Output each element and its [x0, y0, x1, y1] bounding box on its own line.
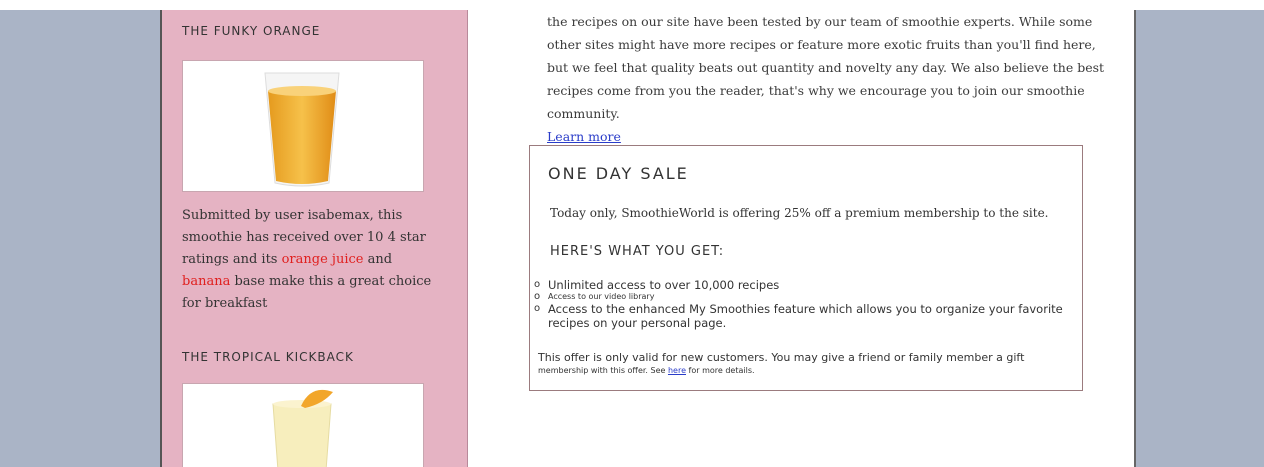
benefits-list: Unlimited access to over 10,000 recipes …	[534, 278, 1074, 330]
details-link[interactable]: here	[668, 366, 686, 375]
sale-subheading: HERE'S WHAT YOU GET:	[550, 244, 725, 259]
offer-note-text: membership with this offer. See	[538, 366, 668, 375]
intro-text: the recipes on our site have been tested…	[547, 14, 1105, 121]
one-day-sale-box: ONE DAY SALE Today only, SmoothieWorld i…	[529, 145, 1083, 391]
list-item: Access to our video library	[534, 292, 1074, 302]
highlight-banana: banana	[182, 274, 231, 289]
funky-orange-image[interactable]	[182, 60, 424, 192]
offer-note: This offer is only valid for new custome…	[538, 352, 1068, 377]
intro-paragraph: the recipes on our site have been tested…	[547, 10, 1107, 148]
tropical-kickback-image[interactable]	[182, 383, 424, 467]
funky-orange-description: Submitted by user isabemax, this smoothi…	[182, 205, 437, 315]
list-item: Access to the enhanced My Smoothies feat…	[534, 302, 1074, 330]
description-text: and	[363, 252, 393, 267]
list-item: Unlimited access to over 10,000 recipes	[534, 278, 1074, 292]
learn-more-link[interactable]: Learn more	[547, 129, 621, 144]
web-page: THE FUNKY ORANGE Submitted by user isabe…	[160, 10, 1136, 467]
orange-smoothie-glass-icon	[264, 72, 340, 187]
offer-note-text: for more details.	[686, 366, 755, 375]
tropical-smoothie-glass-icon	[272, 389, 333, 467]
offer-note-text: This offer is only valid for new custome…	[538, 351, 1025, 364]
sidebar: THE FUNKY ORANGE Submitted by user isabe…	[162, 10, 468, 467]
smoothie-heading-tropical-kickback: THE TROPICAL KICKBACK	[182, 350, 354, 364]
smoothie-heading-funky-orange: THE FUNKY ORANGE	[182, 24, 321, 38]
sale-intro: Today only, SmoothieWorld is offering 25…	[550, 206, 1049, 220]
highlight-orange-juice: orange juice	[281, 252, 364, 267]
sale-title: ONE DAY SALE	[548, 164, 689, 183]
